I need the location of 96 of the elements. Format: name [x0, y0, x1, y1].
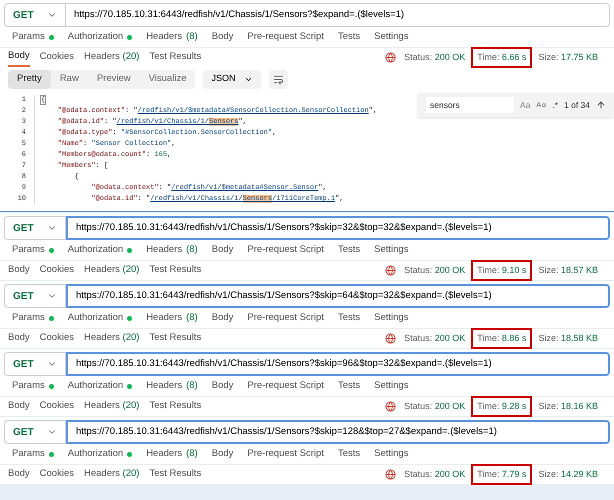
search-field[interactable]: sensors [426, 97, 514, 113]
status-text: Status: 200 OK [404, 332, 466, 345]
request-tab[interactable]: Authorization [68, 378, 132, 394]
request-tab[interactable]: Tests [338, 378, 360, 394]
globe-icon[interactable] [385, 265, 396, 276]
request-tab[interactable]: Tests [338, 310, 360, 326]
view-mode-tab[interactable]: Visualize [140, 70, 196, 88]
response-tab[interactable]: Body [8, 398, 30, 416]
url-field[interactable]: https://70.185.10.31:6443/redfish/v1/Chassis/1/Sensors?$skip=32&$top=32&$expand=.($levels=1) [66, 216, 610, 240]
request-tab[interactable]: Settings [374, 242, 408, 258]
time-text: Time: 9.28 s [473, 398, 530, 416]
previous-match-icon[interactable] [596, 100, 606, 110]
url-field[interactable]: https://70.185.10.31:6443/redfish/v1/Chassis/1/Sensors?$skip=64&$top=32&$expand=.($levels=1) [66, 284, 610, 308]
request-tab[interactable]: Authorization [68, 310, 132, 326]
request-tab[interactable]: Pre-request Script [247, 446, 324, 462]
response-tab[interactable]: Test Results [149, 398, 202, 416]
response-tab[interactable]: Headers (20) [84, 466, 140, 484]
request-tab[interactable]: Pre-request Script [247, 242, 324, 258]
regex-toggle[interactable]: .* [552, 98, 558, 112]
response-tab[interactable]: Headers (20) [84, 398, 140, 416]
request-tab[interactable]: Tests [338, 242, 360, 258]
response-tab[interactable]: Test Results [149, 330, 202, 348]
request-tab[interactable]: Params [12, 378, 54, 394]
response-tab[interactable]: Cookies [40, 330, 74, 348]
size-text: Size: 18.58 KB [538, 332, 598, 345]
request-tab[interactable]: Headers (8) [146, 378, 198, 394]
response-tab[interactable]: Body [8, 466, 30, 484]
status-text: Status: 200 OK [404, 264, 466, 277]
request-tab[interactable]: Settings [374, 446, 408, 462]
method-dropdown[interactable]: GET [4, 3, 66, 27]
request-tab[interactable]: Params [12, 242, 54, 258]
request-tab[interactable]: Tests [338, 446, 360, 462]
response-tab[interactable]: Cookies [40, 466, 74, 484]
response-tab[interactable]: Headers (20) [84, 330, 140, 348]
request-tab[interactable]: Pre-request Script [247, 30, 324, 44]
url-field[interactable]: https://70.185.10.31:6443/redfish/v1/Chassis/1/Sensors?$skip=96&$top=32&$expand=.($levels=1) [66, 352, 610, 376]
time-text: Time: 9.10 s [473, 262, 530, 280]
request-tab[interactable]: Params [12, 30, 54, 44]
globe-icon[interactable] [385, 333, 396, 344]
time-text: Time: 8.86 s [473, 330, 530, 348]
match-count: 1 of 34 [564, 98, 590, 112]
response-tab[interactable]: Test Results [149, 48, 202, 66]
request-tab[interactable]: Params [12, 446, 54, 462]
request-tab[interactable]: Body [212, 310, 234, 326]
method-dropdown[interactable]: GET [4, 352, 66, 376]
request-tab[interactable]: Params [12, 310, 54, 326]
request-tab[interactable]: Pre-request Script [247, 378, 324, 394]
method-dropdown[interactable]: GET [4, 284, 66, 308]
size-text: Size: 18.16 KB [538, 400, 598, 413]
url-field[interactable]: https://70.185.10.31:6443/redfish/v1/Chassis/1/Sensors?$expand=.($levels=1) [66, 3, 610, 27]
method-dropdown[interactable]: GET [4, 420, 66, 444]
size-text: Size: 17.75 KB [538, 50, 598, 64]
view-mode-tab[interactable]: Preview [88, 70, 140, 88]
response-tab[interactable]: Cookies [40, 262, 74, 280]
status-text: Status: 200 OK [404, 468, 466, 481]
response-tab[interactable]: Cookies [40, 48, 74, 66]
status-text: Status: 200 OK [404, 50, 466, 64]
view-mode-tab[interactable]: Pretty [8, 70, 51, 88]
request-tab[interactable]: Authorization [68, 446, 132, 462]
wrap-button[interactable] [268, 70, 288, 88]
request-tab[interactable]: Body [212, 242, 234, 258]
view-mode-tab[interactable]: Raw [50, 70, 88, 88]
response-tab[interactable]: Test Results [149, 466, 202, 484]
request-tab[interactable]: Settings [374, 30, 408, 44]
response-tab[interactable]: Cookies [40, 398, 74, 416]
request-tab[interactable]: Settings [374, 310, 408, 326]
request-tab[interactable]: Pre-request Script [247, 310, 324, 326]
request-tab[interactable]: Authorization [68, 30, 132, 44]
request-tab[interactable]: Headers (8) [146, 30, 198, 44]
globe-icon[interactable] [385, 401, 396, 412]
response-tab[interactable]: Test Results [149, 262, 202, 280]
request-tab[interactable]: Headers (8) [146, 310, 198, 326]
size-text: Size: 18.57 KB [538, 264, 598, 277]
response-tab[interactable]: Headers (20) [84, 262, 140, 280]
wrap-lines-icon [272, 74, 284, 84]
response-tab[interactable]: Body [8, 48, 30, 66]
response-tab[interactable]: Body [8, 262, 30, 280]
request-tab[interactable]: Tests [338, 30, 360, 44]
time-text: Time: 7.79 s [473, 466, 530, 484]
size-text: Size: 14.29 KB [538, 468, 598, 481]
globe-icon[interactable] [385, 469, 396, 480]
url-field[interactable]: https://70.185.10.31:6443/redfish/v1/Chassis/1/Sensors?$skip=128&$top=27&$expand=.($levels=1) [66, 420, 610, 444]
status-text: Status: 200 OK [404, 400, 466, 413]
method-dropdown[interactable]: GET [4, 216, 66, 240]
response-tab[interactable]: Body [8, 330, 30, 348]
request-tab[interactable]: Body [212, 30, 234, 44]
request-tab[interactable]: Settings [374, 378, 408, 394]
request-tab[interactable]: Headers (8) [146, 242, 198, 258]
request-tab[interactable]: Body [212, 378, 234, 394]
request-tab[interactable]: Headers (8) [146, 446, 198, 462]
globe-icon[interactable] [385, 52, 396, 63]
request-tab[interactable]: Body [212, 446, 234, 462]
format-dropdown[interactable]: JSON [203, 70, 260, 88]
response-tab[interactable]: Headers (20) [84, 48, 140, 66]
time-text: Time: 6.66 s [473, 48, 530, 66]
request-tab[interactable]: Authorization [68, 242, 132, 258]
